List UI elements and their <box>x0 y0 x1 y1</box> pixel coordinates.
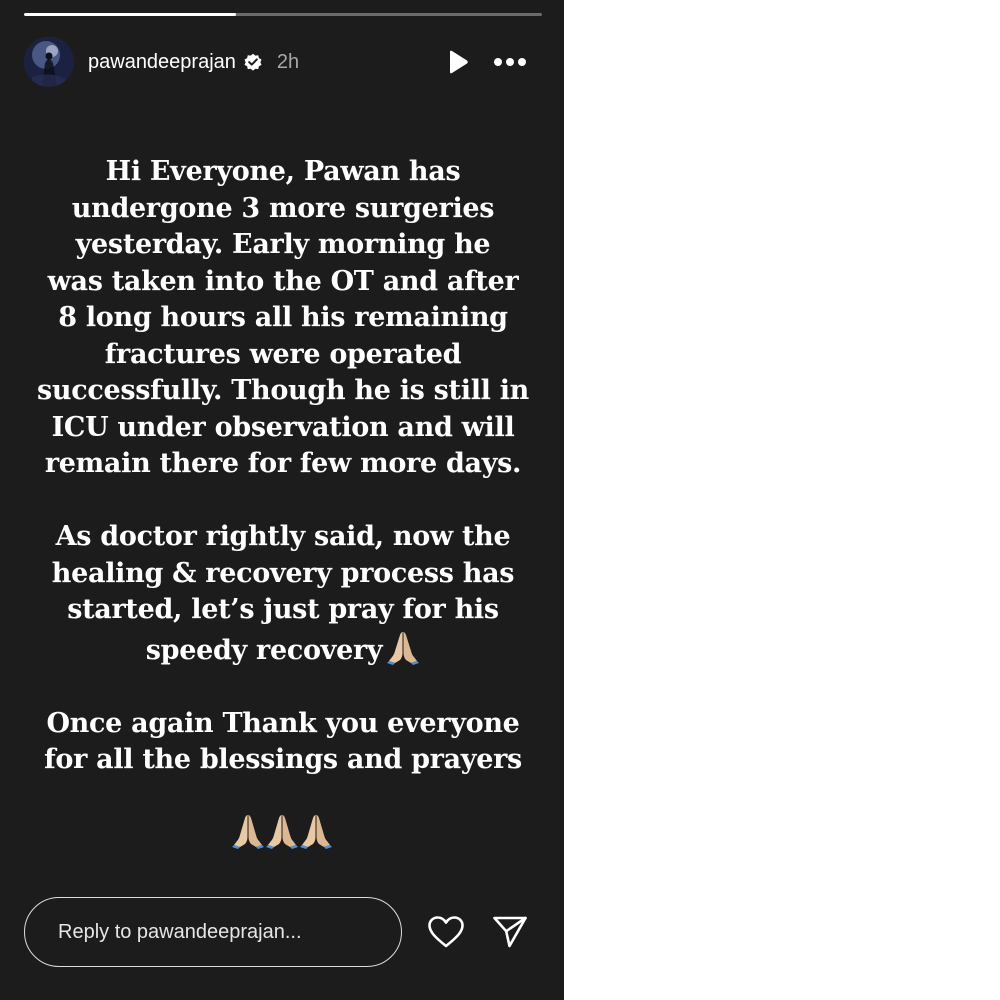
story-footer <box>24 897 542 967</box>
story-viewer: pawandeeprajan 2h Hi Everyone, Pawan has… <box>0 0 564 1000</box>
text-line: was taken into the OT and after <box>47 265 519 297</box>
send-icon <box>493 916 527 948</box>
text-line: successfully. Though he is still in <box>36 375 529 406</box>
text-line: Hi Everyone, Pawan has <box>105 156 461 187</box>
reply-input[interactable] <box>24 897 402 967</box>
more-options-button[interactable] <box>492 48 528 76</box>
text-line: yesterday. Early morning he <box>75 229 491 260</box>
text-line: Once again Thank you everyone <box>46 707 520 739</box>
share-button[interactable] <box>490 913 530 951</box>
folded-hands-icon <box>266 815 298 849</box>
text-line: undergone 3 more surgeries <box>71 192 495 224</box>
play-button[interactable] <box>444 48 472 76</box>
heart-icon <box>428 916 464 948</box>
emoji-row <box>0 812 564 850</box>
story-paragraph-1: Hi Everyone, Pawan has undergone 3 more … <box>20 154 546 483</box>
story-paragraph-3: Once again Thank you everyone for all th… <box>20 706 546 779</box>
text-line-with-emoji: speedy recovery <box>20 629 546 670</box>
more-options-icon <box>494 58 526 66</box>
text-line: fractures were operated <box>104 338 462 370</box>
story-progress-bar <box>24 13 542 16</box>
folded-hands-icon <box>232 815 264 849</box>
verified-badge-icon <box>243 52 263 72</box>
story-header: pawandeeprajan 2h <box>24 36 542 88</box>
text-line: started, let’s just pray for his <box>67 594 499 625</box>
text-line: remain there for few more days. <box>44 448 522 479</box>
text-line: As doctor rightly said, now the <box>55 521 511 552</box>
story-text: Hi Everyone, Pawan has undergone 3 more … <box>20 154 546 779</box>
username[interactable]: pawandeeprajan <box>88 51 236 74</box>
folded-hands-icon <box>387 631 420 665</box>
text-line: healing & recovery process has <box>51 557 515 589</box>
story-time-ago: 2h <box>276 50 300 73</box>
like-button[interactable] <box>426 913 466 951</box>
text-line: ICU under observation and will <box>51 411 515 443</box>
text-line: speedy recovery <box>145 634 383 666</box>
play-icon <box>450 50 468 74</box>
story-paragraph-2: As doctor rightly said, now the healing … <box>20 519 546 669</box>
text-line: 8 long hours all his remaining <box>58 302 508 333</box>
text-line: for all the blessings and prayers <box>44 744 522 775</box>
avatar[interactable] <box>24 37 74 87</box>
story-progress-fill <box>24 13 237 16</box>
folded-hands-icon <box>300 815 332 849</box>
